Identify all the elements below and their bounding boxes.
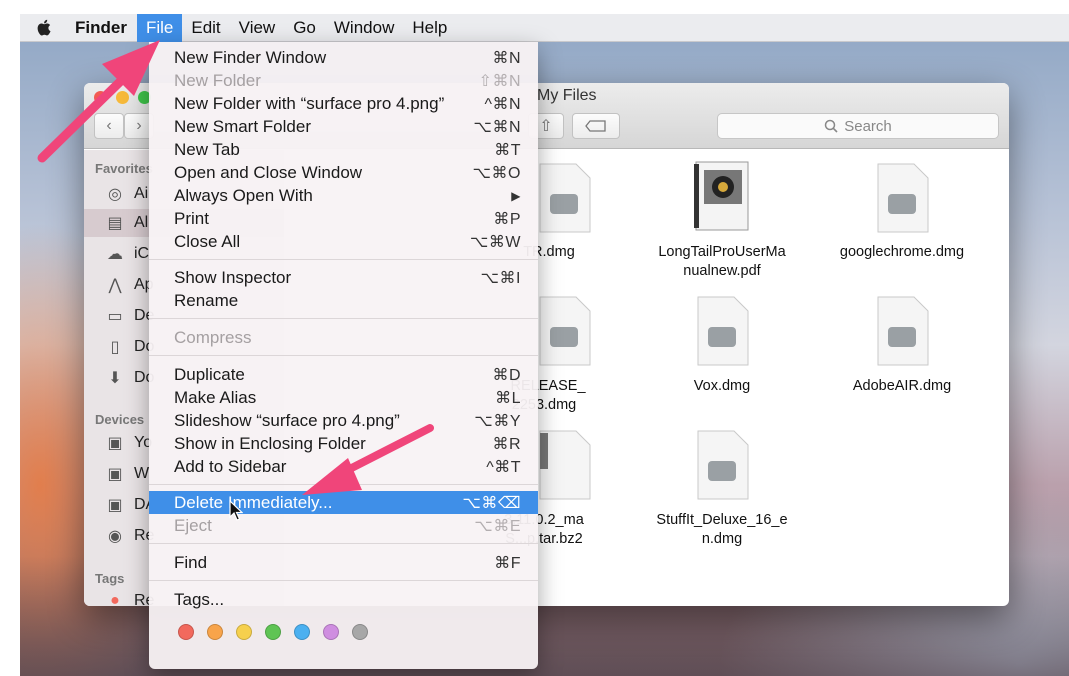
menu-item-make-alias[interactable]: Make Alias ⌘L (149, 386, 538, 409)
menu-item-rename[interactable]: Rename (149, 289, 538, 312)
menu-bar: Finder File Edit View Go Window Help (20, 13, 1069, 42)
disk-image-icon (697, 430, 749, 500)
disk-icon: ▣ (107, 466, 123, 483)
sidebar-header-tags: Tags (95, 571, 125, 586)
menu-separator (149, 318, 538, 319)
archive-icon (539, 430, 591, 500)
menu-item-new-smart-folder[interactable]: New Smart Folder ⌥⌘N (149, 115, 538, 138)
file-item[interactable] (694, 429, 750, 501)
menu-item-new-folder-with-selection[interactable]: New Folder with “surface pro 4.png” ^⌘N (149, 92, 538, 115)
mouse-pointer-icon (229, 500, 243, 521)
menu-item-close-all[interactable]: Close All ⌥⌘W (149, 230, 538, 253)
menu-item-add-to-sidebar[interactable]: Add to Sidebar ^⌘T (149, 455, 538, 478)
menu-go[interactable]: Go (284, 14, 325, 42)
airdrop-icon: ◎ (108, 186, 122, 203)
file-item[interactable] (694, 160, 750, 232)
menu-item-show-inspector[interactable]: Show Inspector ⌥⌘I (149, 266, 538, 289)
menu-item-new-folder: New Folder ⇧⌘N (174, 70, 521, 90)
file-menu-dropdown: New Finder Window ⌘N New Folder ⇧⌘N New Fo… (149, 42, 538, 669)
menu-item-new-tab[interactable]: New Tab ⌘T (149, 138, 538, 161)
menu-separator (149, 355, 538, 356)
pdf-document-icon (694, 161, 749, 231)
tag-icon (585, 120, 606, 132)
desktop-icon: ▭ (107, 308, 123, 325)
tag-color-dot[interactable] (236, 624, 252, 640)
submenu-arrow-icon: ▶ (511, 188, 521, 203)
apple-logo-icon[interactable] (20, 14, 66, 42)
search-field[interactable]: Search (717, 113, 999, 139)
menu-item-open-and-close-window[interactable]: Open and Close Window ⌥⌘O (149, 161, 538, 184)
file-name: googlechrome.dmg (839, 244, 965, 260)
tag-color-dot[interactable] (323, 624, 339, 640)
menu-item-tags[interactable]: Tags... (149, 588, 538, 611)
search-placeholder: Search (844, 117, 892, 135)
disk-icon: ▣ (107, 435, 123, 452)
file-item[interactable] (536, 429, 592, 501)
menu-separator (149, 484, 538, 485)
file-name: Vox.dmg (693, 378, 751, 394)
menu-item-delete-immediately[interactable]: Delete Immediately... ⌥⌘⌫ (149, 491, 538, 514)
menu-file[interactable]: File (136, 13, 183, 42)
share-icon: ⇧ (539, 118, 553, 135)
cloud-icon: ☁ (107, 246, 123, 263)
all-files-icon: ▤ (107, 215, 123, 232)
sidebar-header-devices: Devices (95, 412, 145, 427)
minimize-window-button[interactable] (116, 91, 129, 104)
sidebar-header-favorites: Favorites (95, 161, 153, 176)
red-tag-dot-icon: ● (110, 592, 120, 606)
sidebar-item-label: Al (134, 214, 149, 231)
sidebar-item-label: iC (134, 245, 150, 262)
tag-color-dot[interactable] (265, 624, 281, 640)
menu-finder[interactable]: Finder (66, 14, 137, 42)
file-name: AdobeAIR.dmg (852, 378, 952, 394)
file-item[interactable] (874, 162, 930, 234)
menu-view[interactable]: View (230, 14, 285, 42)
disk-image-icon (877, 163, 929, 233)
menu-item-compress: Compress (174, 327, 252, 347)
menu-item-slideshow[interactable]: Slideshow “surface pro 4.png” ⌥⌘Y (149, 409, 538, 432)
disk-image-icon (877, 296, 929, 366)
file-name: LongTailProUserMa nualnew.pdf (658, 244, 786, 279)
menu-edit[interactable]: Edit (182, 14, 229, 42)
edit-tags-button[interactable] (572, 113, 620, 139)
menu-item-new-finder-window[interactable]: New Finder Window ⌘N (149, 46, 538, 69)
tag-color-dot[interactable] (178, 624, 194, 640)
document-icon: ▯ (110, 339, 120, 356)
tag-color-dot[interactable] (207, 624, 223, 640)
menu-item-always-open-with[interactable]: Always Open With ▶ (149, 184, 538, 207)
disk-image-icon (697, 296, 749, 366)
file-item[interactable] (536, 162, 592, 234)
search-icon (824, 119, 838, 133)
applications-icon: ⋀ (108, 277, 122, 294)
menu-item-duplicate[interactable]: Duplicate ⌘D (149, 363, 538, 386)
tag-color-dot[interactable] (294, 624, 310, 640)
sidebar-item-label: Ai (134, 185, 149, 202)
download-icon: ⬇ (108, 370, 122, 387)
menu-window[interactable]: Window (325, 14, 403, 42)
menu-separator (149, 543, 538, 544)
file-name: StuffIt_Deluxe_16_e n.dmg (656, 512, 788, 547)
menu-item-find[interactable]: Find ⌘F (149, 551, 538, 574)
file-item[interactable] (694, 295, 750, 367)
menu-item-eject: Eject ⌥⌘E (174, 515, 521, 535)
menu-separator (149, 580, 538, 581)
tag-color-dot[interactable] (352, 624, 368, 640)
menu-separator (149, 259, 538, 260)
disk-icon: ▣ (107, 497, 123, 514)
file-item[interactable] (536, 295, 592, 367)
back-button[interactable]: ‹ (94, 113, 124, 139)
menu-item-show-in-enclosing-folder[interactable]: Show in Enclosing Folder ⌘R (149, 432, 538, 455)
chevron-right-icon: › (136, 117, 142, 134)
close-window-button[interactable] (94, 91, 107, 104)
menu-item-print[interactable]: Print ⌘P (149, 207, 538, 230)
disk-image-icon (539, 163, 591, 233)
sidebar-item-label: W (134, 465, 150, 482)
remote-disc-icon: ◉ (108, 528, 122, 545)
disk-image-icon (539, 296, 591, 366)
window-title: My Files (537, 87, 597, 104)
menu-help[interactable]: Help (403, 14, 456, 42)
chevron-left-icon: ‹ (106, 117, 112, 134)
file-item[interactable] (874, 295, 930, 367)
